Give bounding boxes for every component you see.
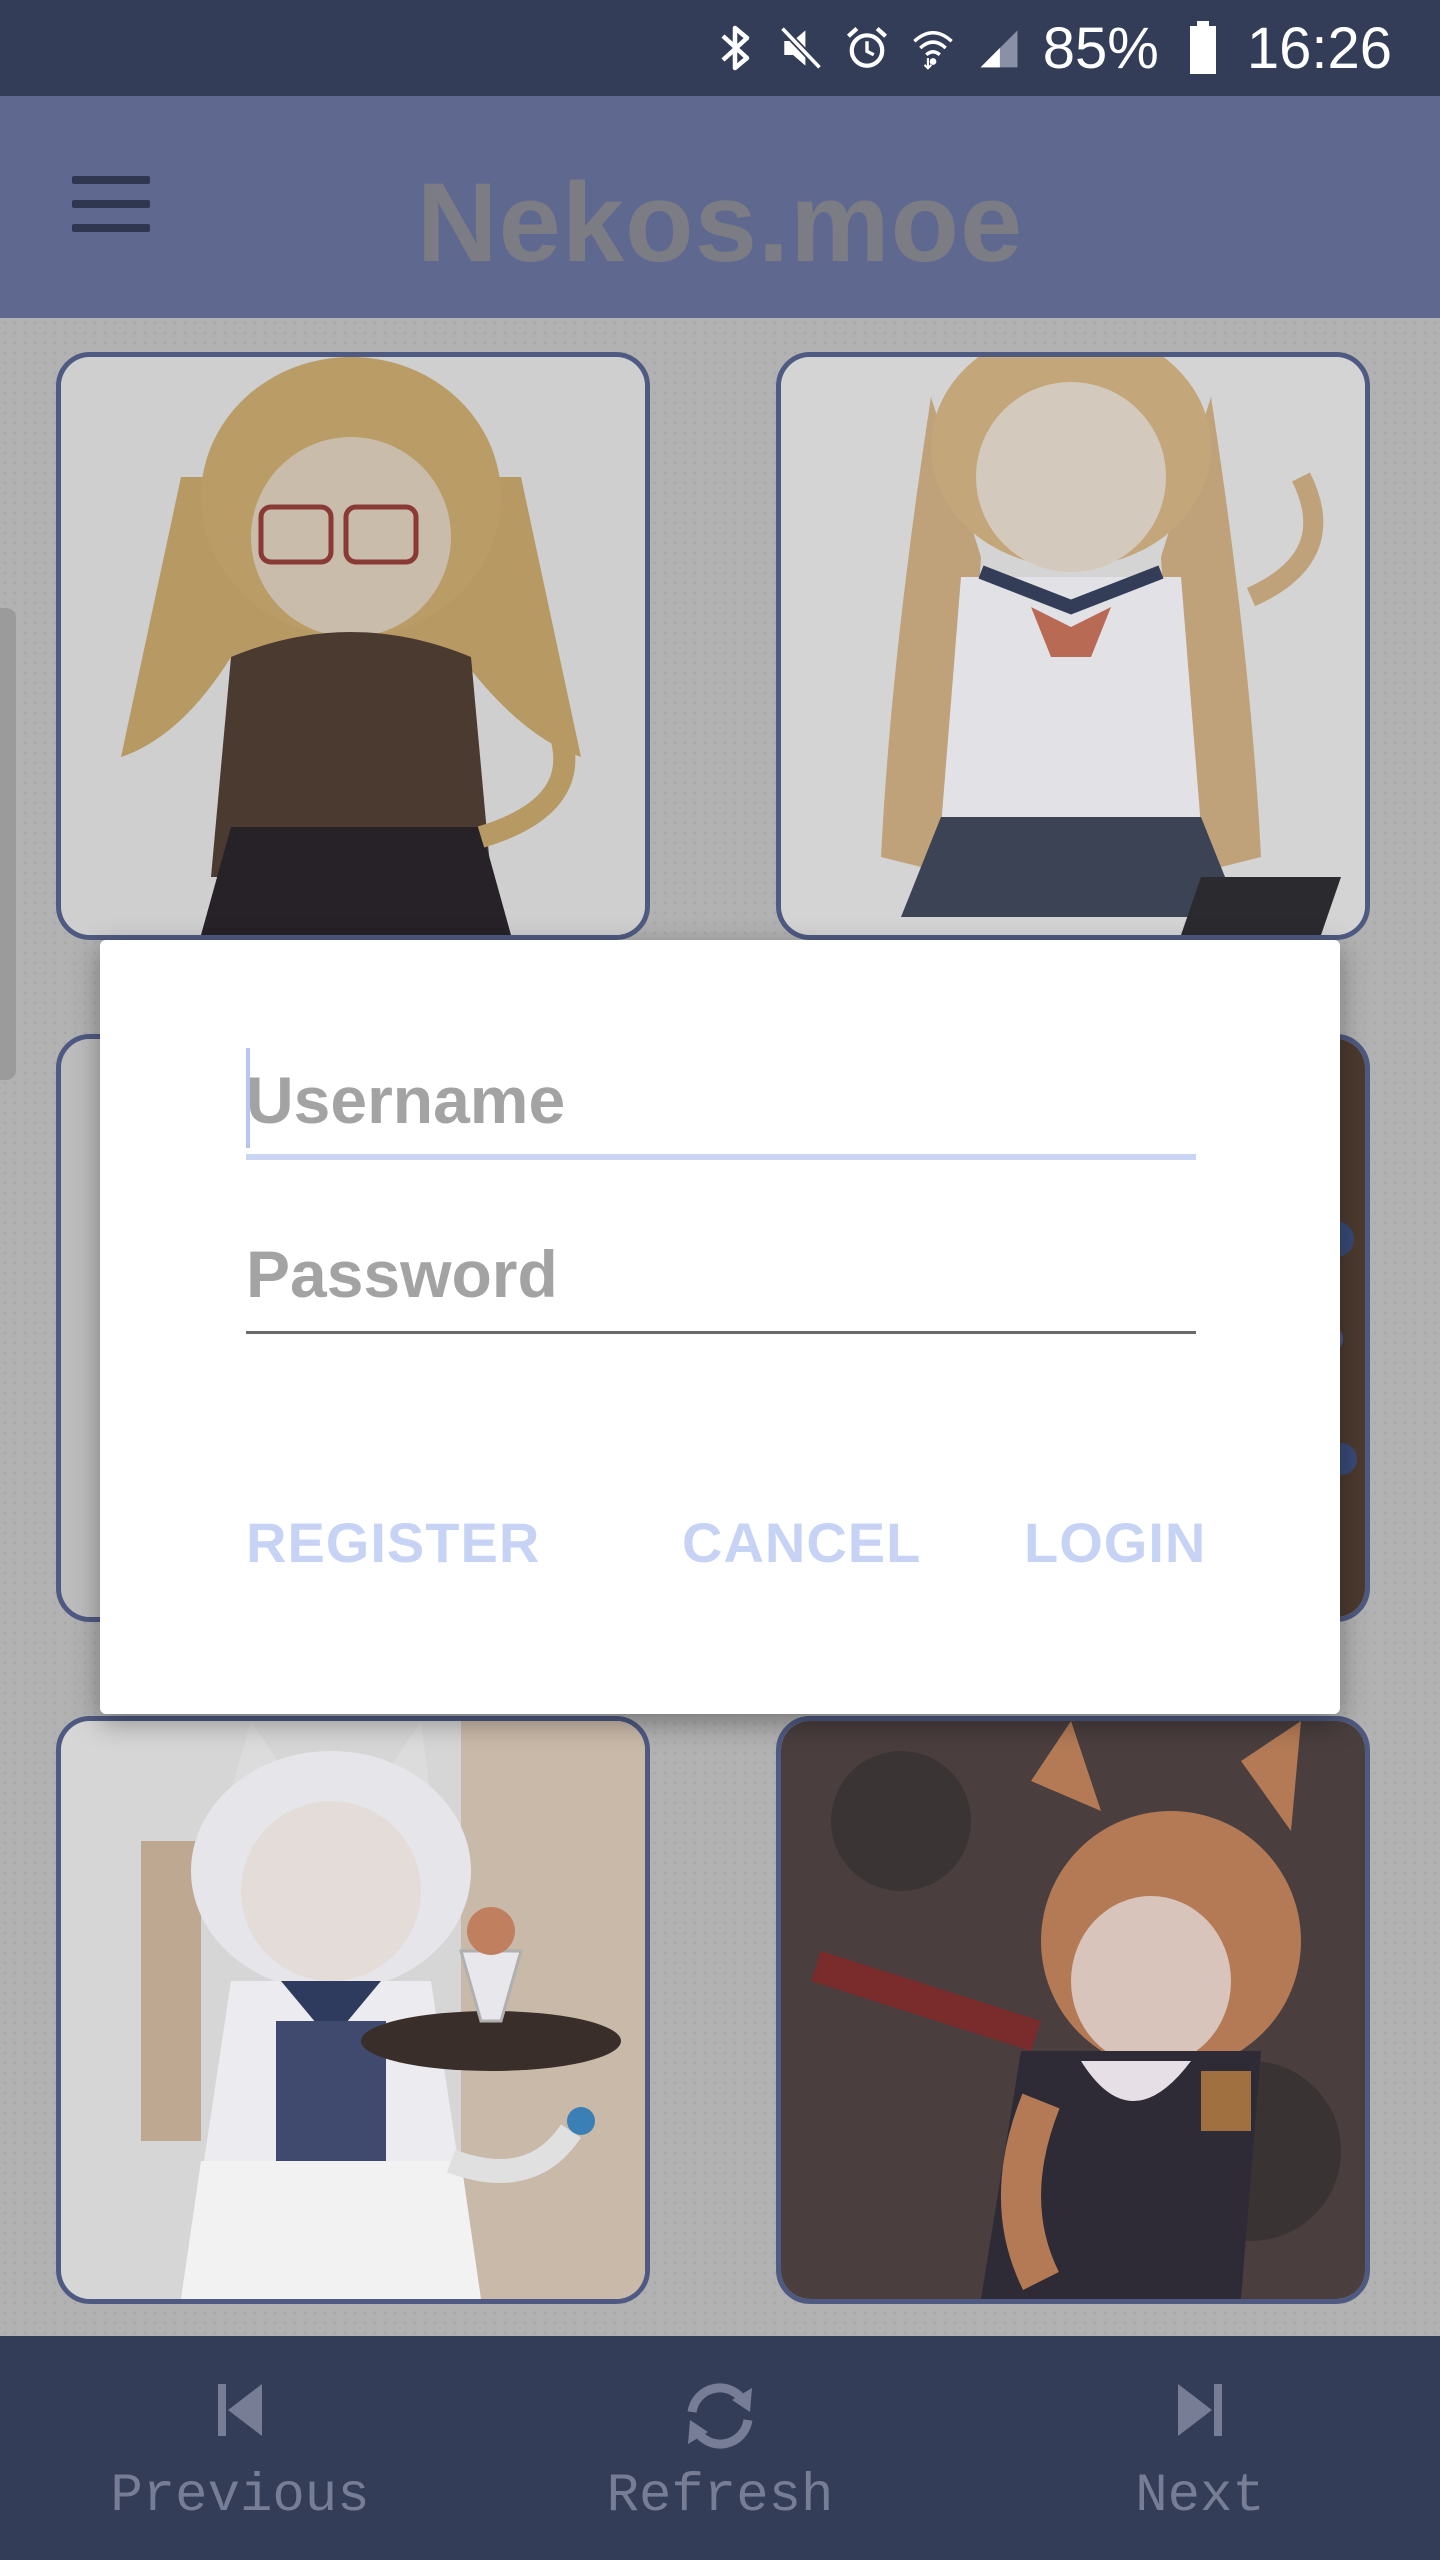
previous-button[interactable]: Previous — [60, 2336, 420, 2560]
gallery-image-card[interactable] — [776, 352, 1370, 940]
neko-image-maid — [61, 1721, 645, 2299]
neko-image-sailor — [781, 357, 1365, 935]
password-field[interactable]: Password — [246, 1224, 1196, 1334]
cancel-button[interactable]: CANCEL — [682, 1510, 921, 1575]
next-button[interactable]: Next — [1020, 2336, 1380, 2560]
username-field[interactable]: Username — [246, 1048, 1196, 1160]
password-placeholder: Password — [246, 1237, 558, 1311]
skip-next-icon — [1178, 2384, 1222, 2436]
refresh-label: Refresh — [606, 2466, 834, 2527]
mute-icon — [779, 22, 823, 74]
neko-image-military — [781, 1721, 1365, 2299]
gallery-image-card[interactable] — [776, 1716, 1370, 2304]
password-underline — [246, 1331, 1196, 1334]
previous-label: Previous — [110, 2466, 370, 2527]
battery-percent: 85% — [1042, 15, 1159, 81]
status-bar: 85% 16:26 — [0, 0, 1440, 96]
app-title: Nekos.moe — [416, 160, 1024, 285]
clock: 16:26 — [1246, 15, 1392, 81]
wifi-icon — [911, 22, 955, 74]
gallery-image-card[interactable] — [56, 352, 650, 940]
signal-icon — [977, 22, 1021, 74]
neko-image-glasses — [61, 357, 645, 935]
login-button[interactable]: LOGIN — [1024, 1510, 1206, 1575]
alarm-icon — [845, 22, 889, 74]
refresh-button[interactable]: Refresh — [540, 2336, 900, 2560]
bottom-navigation: Previous Refresh Next — [0, 2336, 1440, 2560]
register-button[interactable]: REGISTER — [246, 1510, 540, 1575]
next-label: Next — [1135, 2466, 1265, 2527]
drawer-handle[interactable] — [0, 608, 16, 1080]
username-placeholder: Username — [246, 1063, 566, 1137]
app-bar: Nekos.moe — [0, 96, 1440, 318]
bluetooth-icon — [713, 22, 757, 74]
login-dialog: Username Password REGISTER CANCEL LOGIN — [100, 940, 1340, 1714]
gallery-image-card[interactable] — [56, 1716, 650, 2304]
username-underline — [246, 1154, 1196, 1160]
refresh-icon — [687, 2383, 753, 2449]
battery-icon — [1181, 21, 1225, 74]
skip-previous-icon — [218, 2384, 262, 2436]
